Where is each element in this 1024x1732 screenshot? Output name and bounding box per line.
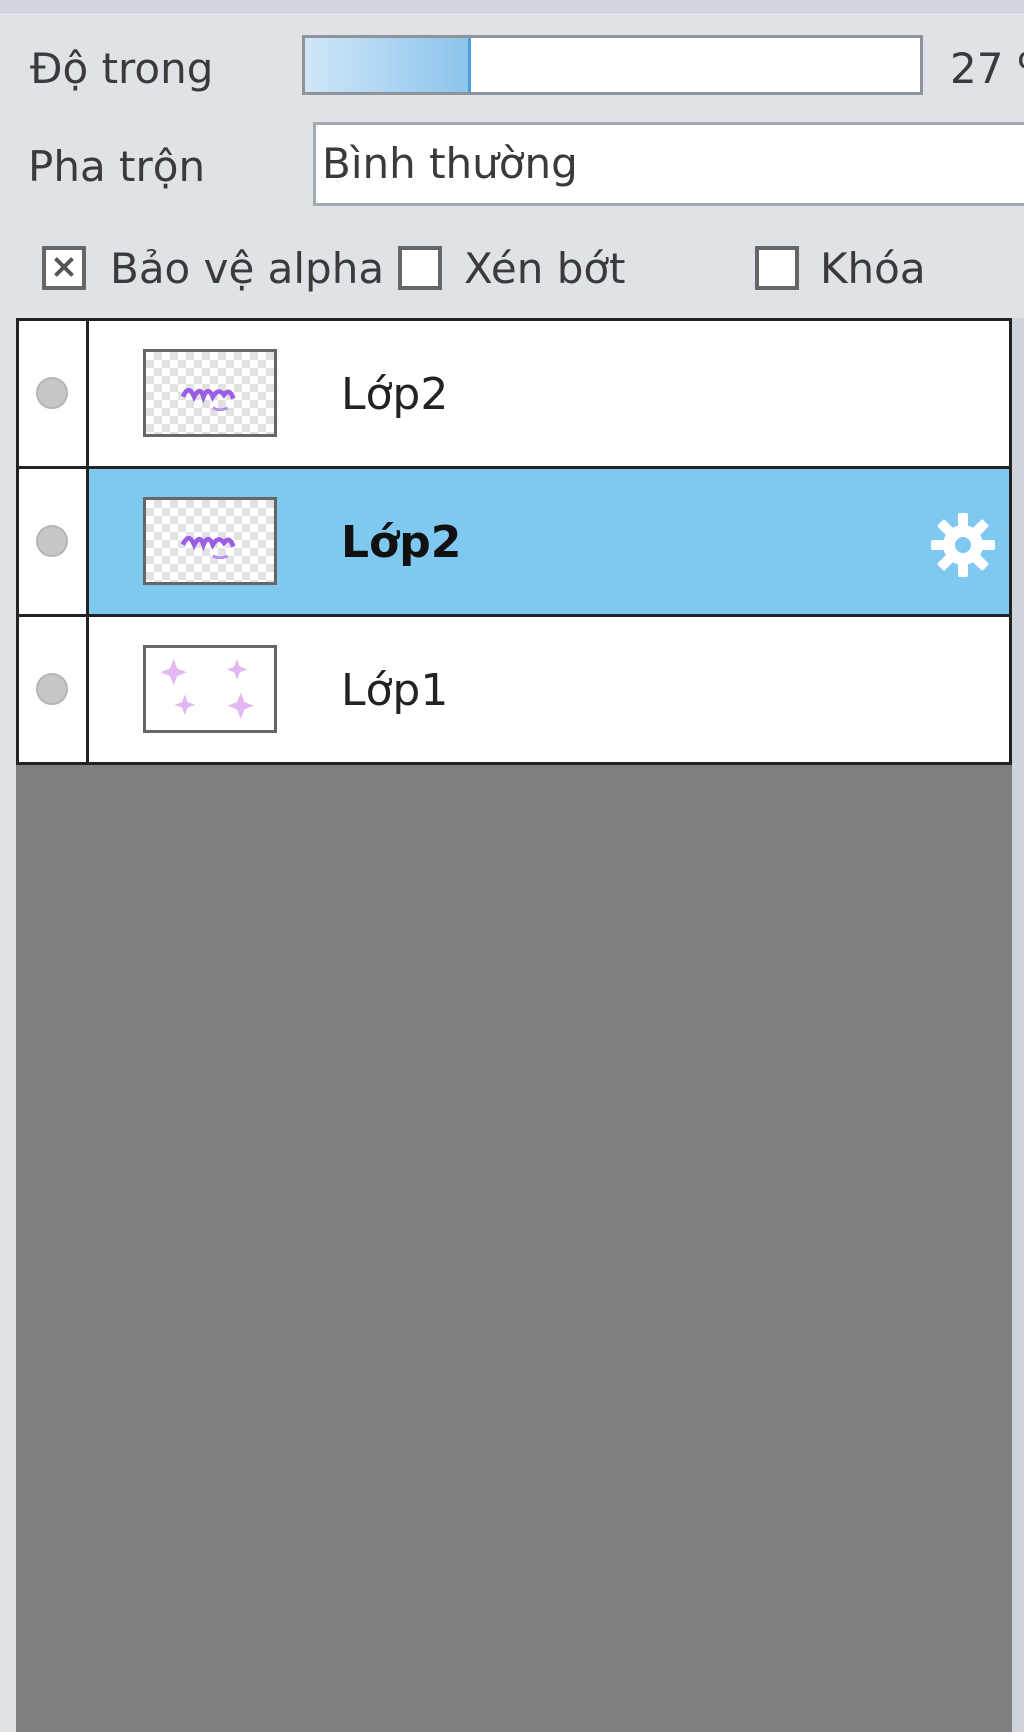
visibility-column <box>19 617 89 762</box>
layer-name: Lớp2 <box>341 517 462 568</box>
scrollbar-track[interactable] <box>1012 318 1024 1732</box>
purple-text-icon <box>180 387 236 412</box>
opacity-slider[interactable] <box>302 35 923 95</box>
layer-row[interactable]: Lớp1 <box>16 614 1012 765</box>
visibility-column <box>19 469 89 614</box>
opacity-label: Độ trong <box>30 44 214 93</box>
purple-sparkles-icon <box>160 659 254 719</box>
protect-alpha-checkbox[interactable] <box>42 246 86 290</box>
opacity-slider-fill <box>305 38 472 92</box>
lock-checkbox[interactable] <box>755 246 799 290</box>
layer-name: Lớp2 <box>341 369 449 420</box>
layer-name: Lớp1 <box>341 665 449 716</box>
clipping-label: Xén bớt <box>464 244 626 293</box>
layer-list: Lớp2 Lớp2 Lớp1 <box>16 318 1012 1732</box>
gear-icon[interactable] <box>927 509 999 581</box>
layer-row-selected[interactable]: Lớp2 <box>16 466 1012 617</box>
protect-alpha-label: Bảo vệ alpha <box>110 244 385 293</box>
blend-label: Pha trộn <box>28 142 206 191</box>
purple-text-icon <box>180 535 236 560</box>
visibility-toggle-icon[interactable] <box>36 673 68 705</box>
blend-mode-select[interactable]: Bình thường <box>313 122 1024 206</box>
layer-thumbnail <box>143 497 277 585</box>
panel-top-strip <box>0 0 1024 13</box>
clipping-checkbox[interactable] <box>398 246 442 290</box>
visibility-column <box>19 321 89 466</box>
layer-thumbnail <box>143 645 277 733</box>
visibility-toggle-icon[interactable] <box>36 525 68 557</box>
layer-thumbnail <box>143 349 277 437</box>
visibility-toggle-icon[interactable] <box>36 377 68 409</box>
lock-label: Khóa <box>820 244 926 293</box>
opacity-value: 27 % <box>950 44 1024 93</box>
layer-row[interactable]: Lớp2 <box>16 318 1012 469</box>
